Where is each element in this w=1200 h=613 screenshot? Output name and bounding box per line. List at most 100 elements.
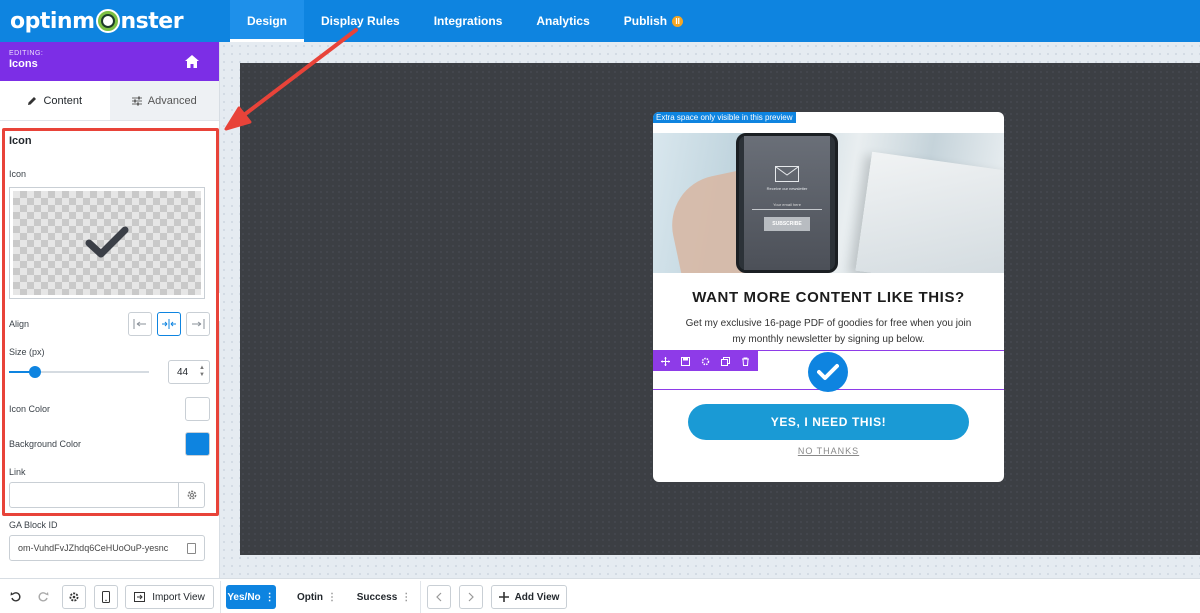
preview-extra-space-note: Extra space only visible in this preview — [653, 112, 796, 123]
view-tab-yes-no[interactable]: Yes/No ⋮ — [226, 585, 276, 609]
phone-subscribe-button: SUBSCRIBE — [764, 217, 810, 231]
tab-advanced[interactable]: Advanced — [109, 81, 219, 120]
link-input[interactable] — [9, 482, 179, 508]
view-tab-label: Success — [356, 591, 398, 603]
icon-color-row: Icon Color — [9, 397, 210, 421]
checkmark-icon — [817, 364, 839, 380]
add-view-button[interactable]: Add View — [491, 585, 567, 609]
ga-block-id-field[interactable]: om-VuhdFvJZhdq6CeHUoOuP-yesnc — [9, 535, 205, 561]
optinmonster-logo[interactable]: optinm nster — [10, 6, 184, 36]
plus-icon — [498, 592, 509, 602]
bottom-toolbar: Import View Yes/No ⋮ Optin ⋮ Success ⋮ Add … — [0, 578, 1200, 613]
more-options-icon[interactable]: ⋮ — [265, 592, 275, 603]
canvas-area: Extra space only visible in this preview… — [220, 42, 1200, 578]
move-icon[interactable] — [660, 355, 672, 367]
editing-label: EDITING: — [9, 50, 44, 57]
preview-canvas: Extra space only visible in this preview… — [240, 63, 1200, 555]
align-label: Align — [9, 319, 30, 329]
chevron-left-icon — [436, 592, 442, 602]
bg-color-label: Background Color — [9, 439, 82, 449]
size-value: 44 — [177, 366, 189, 378]
popup-check-icon[interactable] — [808, 352, 848, 392]
mobile-preview-button[interactable] — [94, 585, 118, 609]
add-view-label: Add View — [514, 591, 560, 603]
editing-header: EDITING: Icons — [0, 42, 219, 81]
align-center-button[interactable] — [157, 312, 181, 336]
previous-view-button[interactable] — [427, 585, 451, 609]
view-tab-label: Yes/No — [227, 591, 261, 603]
align-left-button[interactable] — [128, 312, 152, 336]
nav-design[interactable]: Design — [230, 0, 305, 42]
size-stepper[interactable]: 44 ▲ ▼ — [168, 360, 210, 384]
envelope-icon — [775, 166, 799, 182]
monster-logo-icon — [95, 9, 120, 33]
more-options-icon[interactable]: ⋮ — [401, 592, 411, 603]
undo-button[interactable] — [6, 585, 26, 609]
stepper-arrows-icon[interactable]: ▲ ▼ — [199, 365, 205, 379]
popup-cta-button[interactable]: YES, I NEED THIS! — [688, 404, 969, 440]
align-right-icon — [192, 319, 205, 329]
popup-image[interactable]: Receive our newsletter Your email here S… — [653, 133, 1004, 273]
nav-publish[interactable]: Publish II — [607, 0, 700, 42]
settings-button[interactable] — [62, 585, 86, 609]
redo-button[interactable] — [33, 585, 53, 609]
settings-icon[interactable] — [699, 355, 711, 367]
import-icon — [134, 592, 146, 602]
bg-color-swatch[interactable] — [185, 432, 210, 456]
section-title: Icon — [9, 135, 32, 147]
divider — [220, 581, 221, 613]
size-slider[interactable] — [9, 366, 149, 378]
main-nav: Design Display Rules Integrations Analyt… — [230, 0, 700, 42]
align-center-icon — [162, 319, 176, 329]
icon-picker[interactable] — [9, 187, 205, 299]
phone-graphic: Receive our newsletter Your email here S… — [736, 133, 838, 273]
duplicate-icon[interactable] — [719, 355, 731, 367]
tab-advanced-label: Advanced — [147, 94, 197, 107]
trash-icon[interactable] — [739, 355, 751, 367]
home-icon[interactable] — [185, 55, 199, 68]
tab-content[interactable]: Content — [0, 81, 110, 120]
icon-color-swatch[interactable] — [185, 397, 210, 421]
nav-integrations[interactable]: Integrations — [417, 0, 520, 42]
align-right-button[interactable] — [186, 312, 210, 336]
icon-color-label: Icon Color — [9, 404, 51, 414]
undo-icon — [10, 592, 21, 602]
import-view-label: Import View — [152, 591, 205, 603]
content-panel: Icon Icon Align Size (px) 44 ▲ ▼ Icon Co… — [0, 135, 219, 561]
more-options-icon[interactable]: ⋮ — [327, 592, 337, 603]
campaign-popup: Extra space only visible in this preview… — [653, 112, 1004, 482]
logo-text: optinm — [10, 8, 95, 34]
slider-thumb[interactable] — [29, 366, 42, 378]
view-tab-success[interactable]: Success ⋮ — [356, 585, 412, 609]
link-settings-button[interactable] — [179, 482, 205, 508]
view-tab-optin[interactable]: Optin ⋮ — [292, 585, 342, 609]
gear-icon — [187, 490, 196, 500]
copy-icon[interactable] — [187, 543, 196, 554]
nav-analytics[interactable]: Analytics — [519, 0, 606, 42]
phone-caption: Receive our newsletter — [766, 186, 808, 191]
phone-screen: Receive our newsletter Your email here S… — [744, 136, 830, 270]
nav-publish-label: Publish — [623, 14, 668, 28]
editing-block-name: Icons — [9, 58, 38, 70]
icon-field-label: Icon — [9, 169, 27, 179]
logo-text: nster — [120, 8, 184, 34]
sidebar: EDITING: Icons Content Advanced Icon Ico… — [0, 42, 220, 578]
import-view-button[interactable]: Import View — [125, 585, 214, 609]
redo-icon — [38, 592, 49, 602]
sliders-icon — [131, 96, 142, 105]
gear-icon — [69, 592, 79, 602]
pencil-icon — [28, 96, 37, 105]
popup-headline[interactable]: WANT MORE CONTENT LIKE THIS? — [653, 289, 1004, 306]
nav-display-rules[interactable]: Display Rules — [304, 0, 417, 42]
link-row — [9, 482, 210, 508]
no-thanks-link[interactable]: NO THANKS — [653, 446, 1004, 456]
chevron-right-icon — [468, 592, 474, 602]
size-row: 44 ▲ ▼ — [9, 360, 210, 384]
save-icon[interactable] — [680, 355, 692, 367]
align-left-icon — [133, 319, 146, 329]
top-navigation-bar: optinm nster Design Display Rules Integra… — [0, 0, 1200, 42]
align-buttons — [128, 312, 210, 336]
next-view-button[interactable] — [459, 585, 483, 609]
ga-block-id-label: GA Block ID — [9, 520, 58, 530]
popup-body-text[interactable]: Get my exclusive 16-page PDF of goodies … — [683, 316, 974, 348]
